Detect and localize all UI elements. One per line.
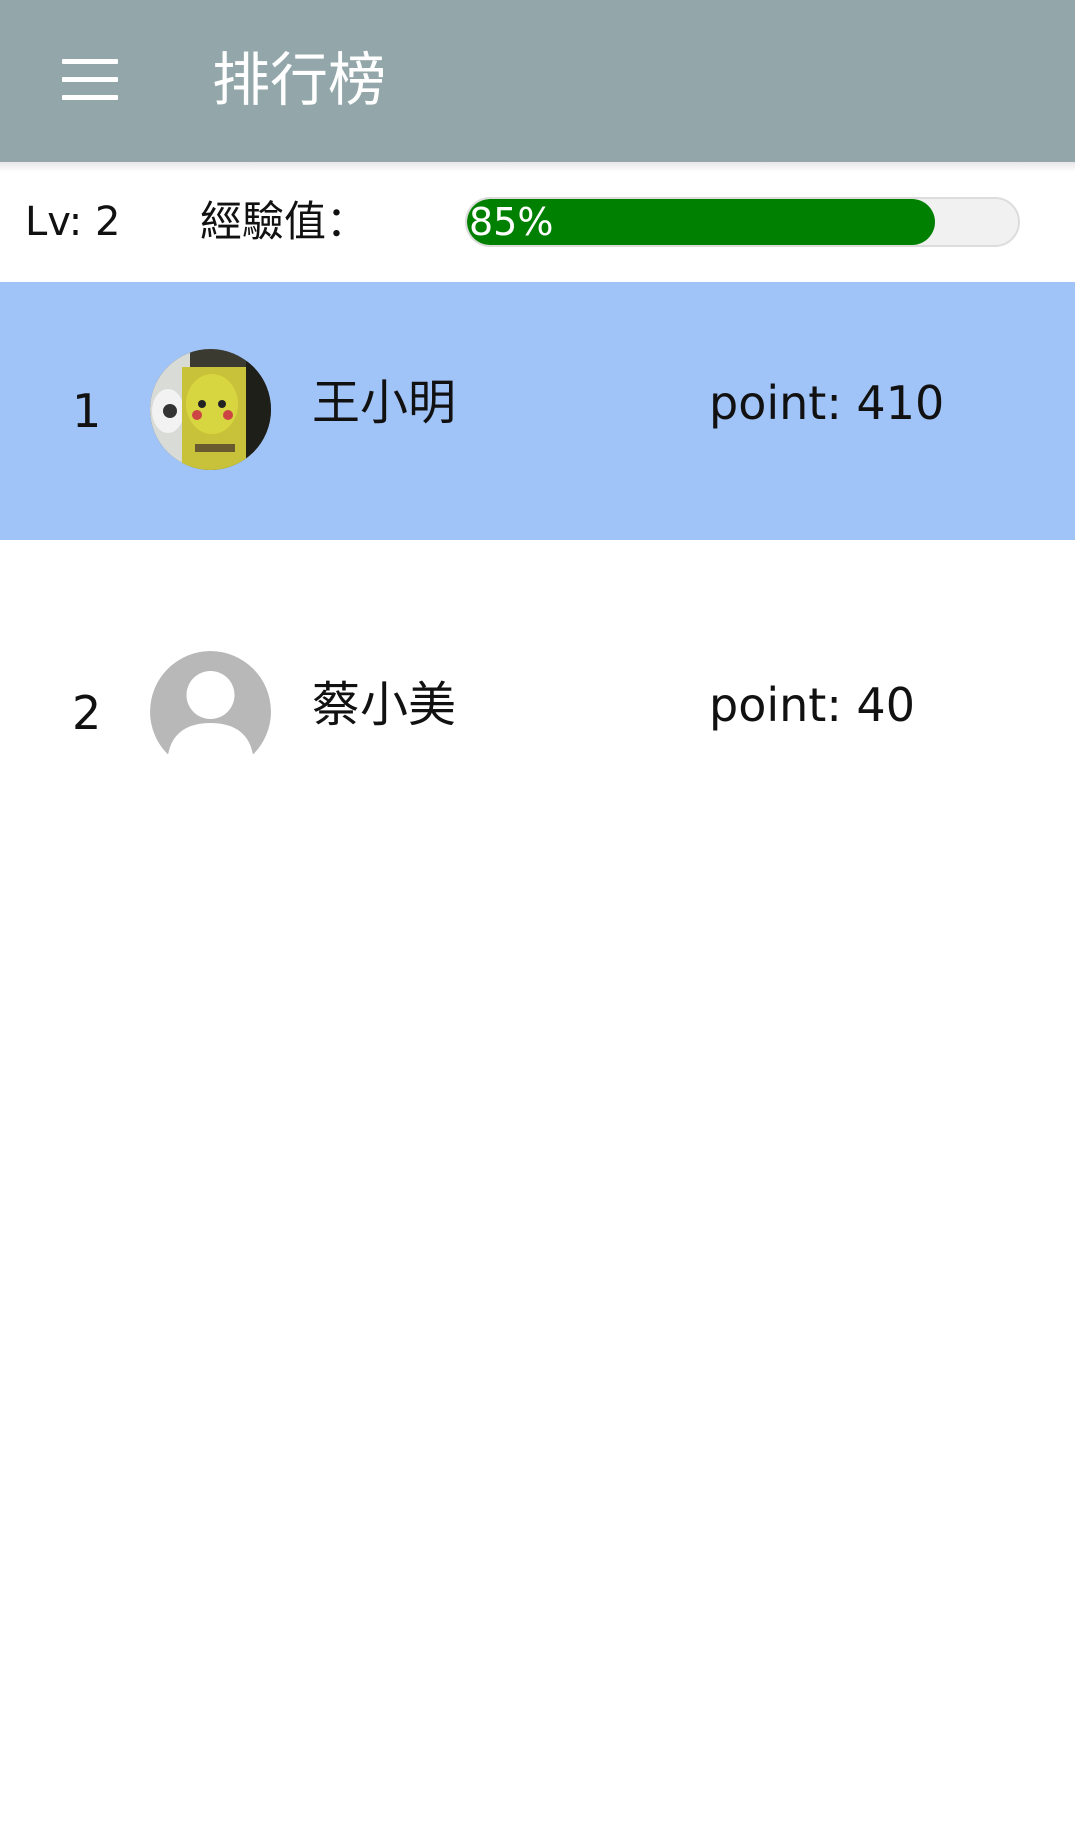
leaderboard-row[interactable]: 2 蔡小美 point: 40 [0, 540, 1075, 798]
default-person-icon [150, 651, 271, 754]
exp-label: 經驗值： [200, 197, 369, 246]
player-points: point: 40 [709, 678, 915, 732]
level-label: Lv: 2 [25, 199, 121, 245]
menu-button[interactable] [62, 59, 118, 100]
hamburger-menu-icon [62, 59, 118, 64]
rank-number: 1 [72, 384, 102, 438]
photo-avatar-icon [150, 349, 271, 470]
player-points: point: 410 [709, 376, 945, 430]
player-name: 王小明 [312, 375, 457, 431]
exp-progress-text: 85% [469, 200, 554, 244]
hamburger-line [62, 95, 118, 100]
appbar-shadow [0, 162, 1075, 172]
default-person-image [150, 651, 271, 754]
app-bar: 排行榜 [0, 0, 1075, 162]
player-name: 蔡小美 [312, 677, 457, 733]
leaderboard-row[interactable]: 1 王小明 point: 410 [0, 282, 1075, 540]
rank-number: 2 [72, 686, 102, 740]
photo-avatar-image [150, 349, 271, 470]
exp-progress-bar: 85% [465, 197, 1020, 247]
page-title: 排行榜 [212, 46, 387, 114]
hamburger-line [62, 77, 118, 82]
